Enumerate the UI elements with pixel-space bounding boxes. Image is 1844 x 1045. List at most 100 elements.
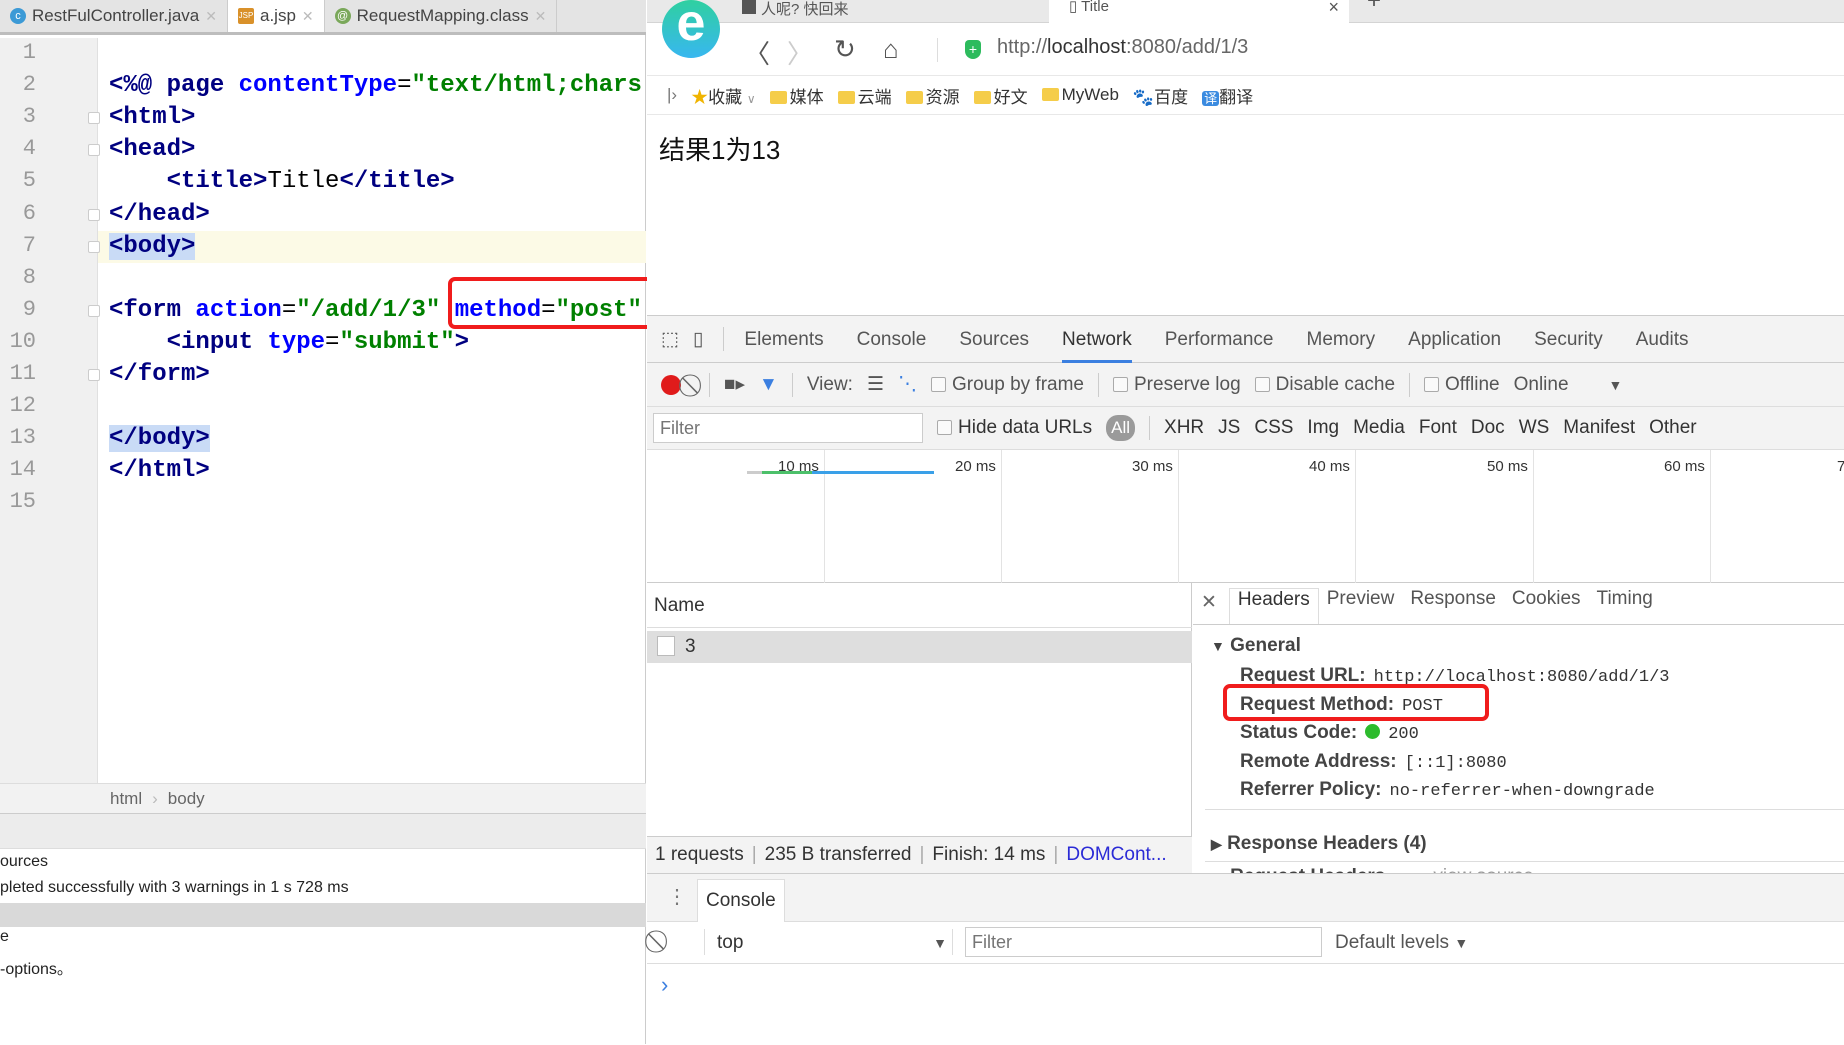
browser-tab[interactable]: 人呢? 快回来 — [742, 0, 997, 23]
network-filter-input[interactable] — [653, 413, 923, 443]
close-detail-icon[interactable]: ✕ — [1193, 591, 1229, 624]
type-filter-media[interactable]: Media — [1353, 417, 1405, 439]
fold-marker-icon[interactable] — [88, 144, 100, 157]
type-filter-xhr[interactable]: XHR — [1164, 417, 1204, 439]
context-select[interactable]: top ▼ — [717, 922, 947, 964]
tab-security[interactable]: Security — [1534, 316, 1603, 363]
tab-preview[interactable]: Preview — [1319, 588, 1403, 624]
inspect-element-icon[interactable]: ⬚ — [661, 328, 679, 351]
device-toggle-icon[interactable]: ▯ — [693, 328, 703, 351]
type-filter-all[interactable]: All — [1106, 415, 1136, 441]
offline-checkbox[interactable]: Offline — [1424, 374, 1500, 396]
tab-memory[interactable]: Memory — [1307, 316, 1376, 363]
list-view-icon[interactable]: ☰ — [867, 373, 884, 396]
response-headers-toggle[interactable]: ▶ Response Headers (4) — [1211, 833, 1427, 855]
code-line[interactable]: <head> — [98, 134, 646, 166]
close-icon[interactable]: ✕ — [535, 8, 547, 25]
forward-icon[interactable]: 〉 — [787, 34, 813, 71]
drawer-tab-console[interactable]: Console — [697, 879, 785, 922]
log-levels-select[interactable]: Default levels ▼ — [1335, 922, 1468, 964]
address-bar[interactable]: http://localhost:8080/add/1/3 — [997, 36, 1248, 59]
waterfall-view-icon[interactable]: ⋱ — [898, 373, 917, 396]
tab-console[interactable]: Console — [857, 316, 927, 363]
general-section-toggle[interactable]: ▼ General — [1211, 635, 1301, 657]
tab-headers[interactable]: Headers — [1228, 588, 1319, 624]
tab-performance[interactable]: Performance — [1165, 316, 1274, 363]
hide-data-urls-checkbox[interactable]: Hide data URLs — [937, 417, 1092, 439]
fold-marker-icon[interactable] — [88, 112, 100, 125]
tab-cookies[interactable]: Cookies — [1504, 588, 1589, 624]
tab-sources[interactable]: Sources — [959, 316, 1029, 363]
bookmark-baidu[interactable]: 🐾百度 — [1133, 83, 1188, 108]
bookmark-translate[interactable]: 译翻译 — [1202, 83, 1253, 108]
code-line[interactable]: <html> — [98, 102, 646, 134]
code-line[interactable]: </form> — [98, 359, 646, 391]
fold-marker-icon[interactable] — [88, 369, 100, 381]
sidebar-toggle-icon[interactable]: |› — [667, 85, 677, 105]
record-icon[interactable] — [661, 374, 681, 395]
back-icon[interactable]: 〈 — [744, 34, 770, 71]
code-line[interactable]: <form action="/add/1/3" method="post" — [98, 295, 646, 327]
tab-network[interactable]: Network — [1062, 316, 1132, 363]
type-filter-manifest[interactable]: Manifest — [1563, 417, 1635, 439]
request-row[interactable]: 3 — [647, 631, 1192, 663]
breadcrumb-item[interactable]: body — [168, 789, 205, 808]
tab-timing[interactable]: Timing — [1589, 588, 1661, 624]
type-filter-doc[interactable]: Doc — [1471, 417, 1505, 439]
code-line[interactable] — [98, 391, 646, 423]
code-line[interactable] — [98, 487, 646, 519]
close-icon[interactable]: ✕ — [302, 8, 314, 25]
tab-application[interactable]: Application — [1408, 316, 1501, 363]
console-filter-input[interactable] — [965, 927, 1322, 957]
filter-funnel-icon[interactable]: ▼ — [759, 374, 778, 396]
group-by-frame-checkbox[interactable]: Group by frame — [931, 374, 1084, 396]
new-tab-button[interactable]: + — [1367, 0, 1381, 17]
tab-audits[interactable]: Audits — [1636, 316, 1689, 363]
browser-tab-active[interactable]: ▯ Title × — [1049, 0, 1349, 23]
tab-elements[interactable]: Elements — [744, 316, 823, 363]
screenshot-camera-icon[interactable]: ■▸ — [724, 373, 745, 396]
checkbox-label: Hide data URLs — [958, 417, 1093, 438]
fold-marker-icon[interactable] — [88, 208, 100, 221]
tab-requestmapping[interactable]: @ RequestMapping.class ✕ — [325, 0, 558, 32]
type-filter-css[interactable]: CSS — [1254, 417, 1293, 439]
type-filter-font[interactable]: Font — [1419, 417, 1457, 439]
bookmark-folder[interactable]: 媒体 — [769, 83, 824, 108]
network-summary-bar: 1 requests | 235 B transferred | Finish: 14 … — [647, 836, 1192, 873]
throttle-select[interactable]: Online ▼ — [1514, 374, 1623, 396]
type-filter-img[interactable]: Img — [1307, 417, 1339, 439]
code-line[interactable] — [98, 38, 646, 70]
network-timeline-overview[interactable]: 10 ms 20 ms 30 ms 40 ms 50 ms 60 ms 7 — [647, 450, 1844, 583]
code-line[interactable]: <title>Title</title> — [98, 166, 646, 198]
bookmark-favorites[interactable]: ★收藏 ∨ — [691, 83, 756, 108]
breadcrumb-item[interactable]: html — [110, 789, 142, 808]
name-column-header[interactable]: Name — [647, 583, 1192, 628]
fold-marker-icon[interactable] — [88, 304, 100, 317]
code-line[interactable]: </html> — [98, 455, 646, 487]
bookmark-folder[interactable]: 云端 — [837, 83, 892, 108]
more-menu-icon[interactable]: ⋮ — [667, 884, 687, 909]
code-line[interactable] — [98, 263, 646, 295]
type-filter-ws[interactable]: WS — [1519, 417, 1550, 439]
tab-response[interactable]: Response — [1402, 588, 1504, 624]
bookmark-folder[interactable]: 资源 — [905, 83, 960, 108]
code-line[interactable]: </body> — [98, 423, 646, 455]
tab-a-jsp[interactable]: JSP a.jsp ✕ — [227, 0, 325, 32]
close-icon[interactable]: ✕ — [205, 8, 217, 25]
tab-restfulcontroller[interactable]: c RestFulController.java ✕ — [0, 0, 228, 32]
code-line[interactable]: </head> — [98, 199, 646, 231]
fold-marker-icon[interactable] — [88, 240, 100, 253]
console-prompt[interactable]: › — [661, 972, 668, 998]
type-filter-other[interactable]: Other — [1649, 417, 1697, 439]
code-line[interactable]: <input type="submit"> — [98, 327, 646, 359]
close-tab-icon[interactable]: × — [1328, 0, 1339, 16]
type-filter-js[interactable]: JS — [1218, 417, 1240, 439]
disable-cache-checkbox[interactable]: Disable cache — [1254, 374, 1395, 396]
home-icon[interactable]: ⌂ — [883, 34, 899, 65]
code-line[interactable]: <%@ page contentType="text/html;chars — [98, 70, 646, 102]
code-line[interactable]: <body> — [98, 230, 646, 263]
bookmark-folder[interactable]: 好文 — [973, 83, 1028, 108]
reload-icon[interactable]: ↻ — [834, 34, 856, 65]
bookmark-folder[interactable]: MyWeb — [1041, 85, 1119, 105]
preserve-log-checkbox[interactable]: Preserve log — [1113, 374, 1241, 396]
